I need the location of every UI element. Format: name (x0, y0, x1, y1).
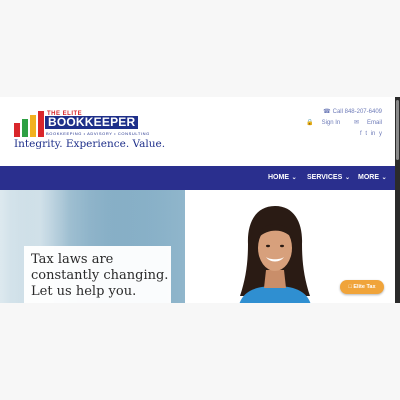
phone-link[interactable]: ☎ Call 848-207-6409 (294, 107, 382, 118)
tagline: Integrity. Experience. Value. (14, 138, 166, 150)
logo-subline: BOOKKEEPING • ADVISORY • CONSULTING (46, 131, 150, 136)
chevron-down-icon: ⌄ (343, 175, 350, 181)
nav-more[interactable]: MORE ⌄ (358, 166, 387, 190)
linkedin-icon[interactable]: in (371, 131, 376, 137)
phone-icon: ☎ (323, 109, 331, 115)
lock-icon: 🔒 (306, 120, 314, 126)
woman-photo (239, 206, 311, 303)
hero-line-3: Let us help you. (31, 284, 137, 299)
elite-tax-label: Elite Tax (353, 284, 376, 290)
social-icons: f t in y (294, 129, 382, 140)
main-nav: HOME ⌄ SERVICES ⌄ MORE ⌄ (0, 166, 396, 190)
sign-in-link[interactable]: 🔒 Sign In (300, 120, 340, 126)
scrollbar-thumb[interactable] (396, 100, 399, 160)
hero-line-2: constantly changing. (31, 268, 169, 283)
hero-headline: Tax laws are constantly changing. Let us… (31, 252, 171, 300)
nav-home-label: HOME (268, 174, 289, 181)
email-text: Email (366, 120, 382, 126)
nav-more-label: MORE (358, 174, 379, 181)
nav-home[interactable]: HOME ⌄ (268, 166, 297, 190)
hero-line-1: Tax laws are (31, 252, 114, 267)
chat-icon: □ (348, 284, 352, 290)
nav-services[interactable]: SERVICES ⌄ (307, 166, 350, 190)
phone-text: Call 848-207-6409 (332, 109, 382, 115)
envelope-icon: ✉ (353, 120, 359, 126)
facebook-icon[interactable]: f (360, 131, 362, 137)
contact-block: ☎ Call 848-207-6409 🔒 Sign In ✉ Email f t i… (294, 107, 382, 140)
nav-services-label: SERVICES (307, 174, 343, 181)
twitter-icon[interactable]: t (365, 131, 367, 137)
elite-tax-button[interactable]: □ Elite Tax (340, 280, 384, 294)
chevron-down-icon: ⌄ (290, 175, 297, 181)
website-page: THE ELITE BOOKKEEPER BOOKKEEPING • ADVIS… (0, 97, 396, 303)
email-link[interactable]: ✉ Email (348, 120, 382, 126)
sign-in-text: Sign In (321, 120, 341, 126)
chevron-down-icon: ⌄ (380, 175, 387, 181)
logo-name: BOOKKEEPER (45, 116, 139, 129)
logo-bars-icon (14, 111, 44, 137)
logo[interactable]: THE ELITE BOOKKEEPER BOOKKEEPING • ADVIS… (14, 111, 149, 137)
yelp-icon[interactable]: y (379, 131, 382, 137)
